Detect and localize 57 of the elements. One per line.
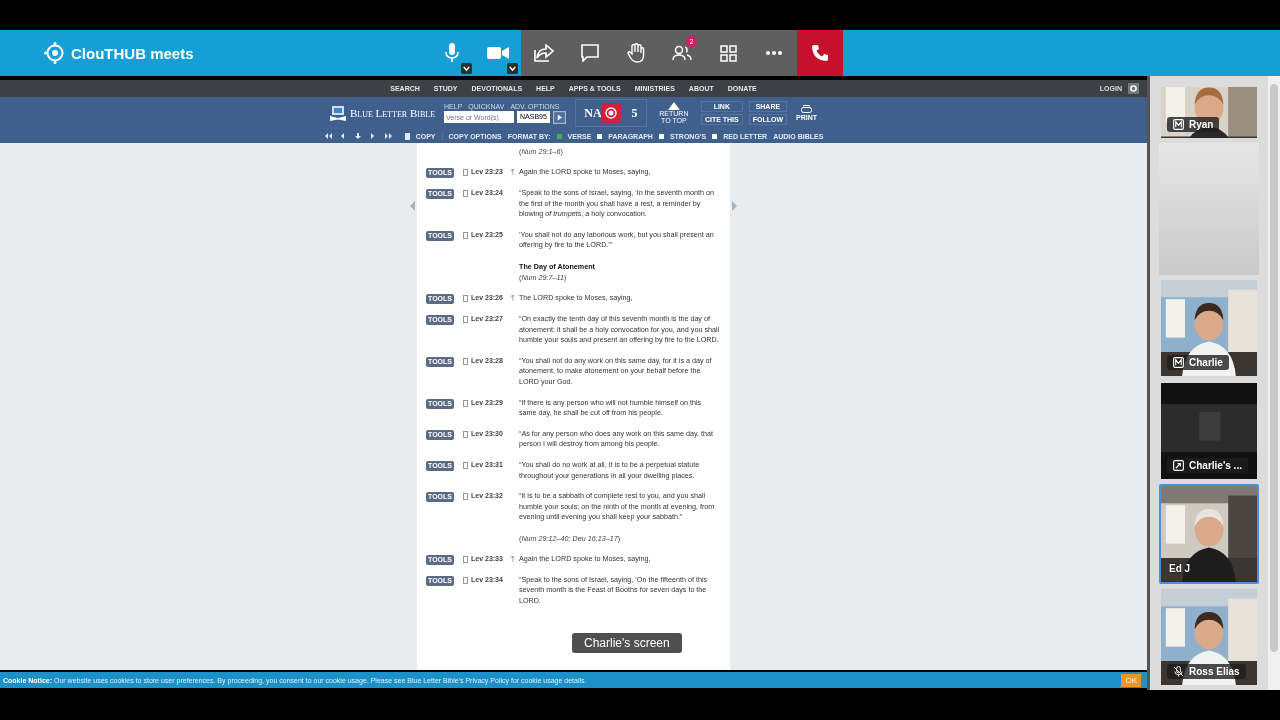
option-checkbox[interactable] bbox=[556, 133, 562, 139]
copy-icon[interactable] bbox=[404, 132, 410, 140]
caret-icon[interactable] bbox=[461, 63, 472, 74]
navigation-arrow-icon[interactable] bbox=[323, 132, 333, 140]
book-icon[interactable] bbox=[463, 169, 468, 176]
printer-icon bbox=[801, 105, 813, 114]
navigation-arrow-icon[interactable] bbox=[383, 132, 393, 140]
app-name: ClouTHUB meets bbox=[71, 44, 194, 62]
record-button[interactable] bbox=[600, 103, 621, 123]
record-icon bbox=[604, 107, 617, 119]
participant-name: Ross Elias bbox=[1189, 666, 1240, 677]
hand-icon bbox=[627, 43, 645, 63]
chapter-title: 5 bbox=[631, 105, 638, 121]
book-icon[interactable] bbox=[463, 315, 468, 323]
book-icon[interactable] bbox=[463, 231, 468, 239]
participant-tile[interactable]: Ryan bbox=[1159, 85, 1259, 140]
book-icon[interactable] bbox=[463, 190, 468, 197]
book-icon[interactable] bbox=[463, 357, 468, 365]
more-icon bbox=[766, 51, 782, 55]
hangup-button[interactable] bbox=[797, 30, 843, 76]
arrow-up-icon bbox=[667, 102, 680, 110]
participant-name: Charlie's ... bbox=[1189, 460, 1242, 471]
screen-share-icon bbox=[1173, 460, 1184, 471]
option-checkbox[interactable] bbox=[712, 133, 718, 139]
option-checkbox[interactable] bbox=[597, 133, 603, 139]
chat-icon bbox=[581, 44, 599, 62]
participant-name: Ryan bbox=[1189, 119, 1214, 130]
share-button[interactable] bbox=[521, 30, 567, 76]
participant-tile[interactable]: Charlie bbox=[1159, 278, 1259, 378]
book-icon[interactable] bbox=[463, 399, 468, 407]
settings-icon[interactable] bbox=[1128, 83, 1139, 94]
book-icon[interactable] bbox=[463, 430, 468, 438]
option-checkbox[interactable] bbox=[658, 133, 664, 139]
participant-tile[interactable]: Ross Elias bbox=[1159, 587, 1259, 687]
video-camera-icon bbox=[487, 46, 509, 60]
participant-tile[interactable]: Ed J bbox=[1159, 484, 1259, 584]
book-icon[interactable] bbox=[463, 493, 468, 501]
participant-name: Ed J bbox=[1169, 563, 1191, 574]
caret-icon[interactable] bbox=[507, 63, 518, 74]
microphone-icon bbox=[445, 43, 459, 63]
grid-icon bbox=[719, 44, 737, 62]
bible-icon bbox=[329, 105, 346, 121]
scrollbar[interactable] bbox=[1268, 76, 1280, 690]
participant-tile[interactable]: Charlie's ... bbox=[1159, 381, 1259, 481]
share-icon bbox=[534, 44, 554, 62]
book-icon[interactable] bbox=[463, 461, 468, 469]
book-icon[interactable] bbox=[463, 555, 468, 563]
go-button[interactable] bbox=[552, 110, 566, 124]
site-logo-text[interactable]: Blue Letter Bible bbox=[349, 107, 436, 119]
chapter-title: NA bbox=[584, 105, 602, 121]
people-icon bbox=[672, 45, 692, 61]
screen-share-label: Charlie's screen bbox=[572, 633, 682, 653]
logo-icon bbox=[44, 42, 66, 64]
book-icon[interactable] bbox=[463, 294, 468, 302]
phone-icon bbox=[811, 44, 829, 62]
participant-name: Charlie bbox=[1189, 357, 1223, 368]
book-icon[interactable] bbox=[463, 576, 468, 584]
